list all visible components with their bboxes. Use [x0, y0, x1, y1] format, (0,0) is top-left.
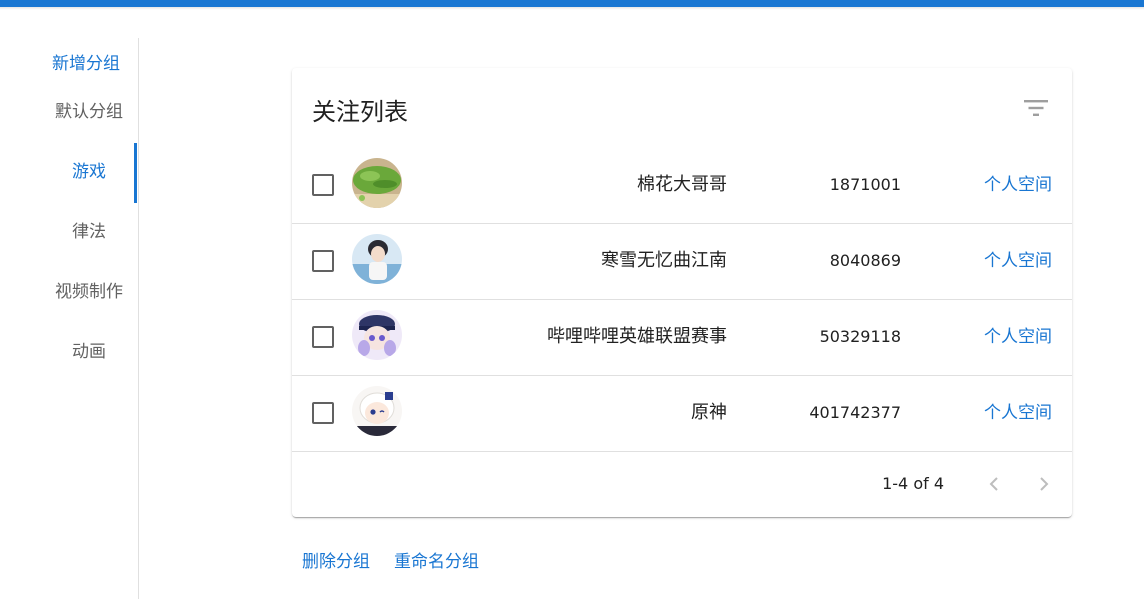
avatar	[352, 310, 402, 360]
user-id: 1871001	[829, 175, 901, 194]
personal-space-link[interactable]: 个人空间	[984, 299, 1052, 375]
table-row: 寒雪无忆曲江南 8040869 个人空间	[292, 223, 1072, 300]
row-checkbox[interactable]	[312, 174, 334, 196]
user-id: 8040869	[829, 251, 901, 270]
row-checkbox[interactable]	[312, 402, 334, 424]
delete-group-button[interactable]: 删除分组	[302, 547, 370, 572]
sidebar-item-animation[interactable]: 动画	[0, 322, 178, 382]
table-row: 棉花大哥哥 1871001 个人空间	[292, 147, 1072, 224]
chevron-right-icon[interactable]	[1032, 472, 1056, 496]
sidebar-item-video-production[interactable]: 视频制作	[0, 262, 178, 322]
top-app-bar	[0, 0, 1144, 7]
sidebar-item-default-group[interactable]: 默认分组	[0, 82, 178, 142]
app-bar-shadow	[0, 7, 1144, 10]
personal-space-link[interactable]: 个人空间	[984, 147, 1052, 223]
user-name: 棉花大哥哥	[637, 174, 727, 195]
group-sidebar: 新增分组 默认分组 游戏 律法 视频制作 动画	[0, 38, 139, 599]
filter-list-icon[interactable]	[1022, 96, 1050, 120]
personal-space-link[interactable]: 个人空间	[984, 223, 1052, 299]
follow-list-card: 关注列表 棉花大哥哥 1871001 个人空间 寒雪无忆曲江南 8040869 …	[292, 68, 1072, 517]
active-tab-indicator	[134, 143, 137, 203]
avatar	[352, 234, 402, 284]
pagination-info: 1-4 of 4	[882, 474, 944, 493]
sidebar-item-law[interactable]: 律法	[0, 202, 178, 262]
personal-space-link[interactable]: 个人空间	[984, 375, 1052, 451]
avatar	[352, 386, 402, 436]
chevron-left-icon[interactable]	[982, 472, 1006, 496]
card-title: 关注列表	[312, 98, 408, 126]
user-id: 401742377	[809, 403, 901, 422]
rename-group-button[interactable]: 重命名分组	[394, 547, 479, 572]
user-name: 寒雪无忆曲江南	[601, 250, 727, 271]
user-name: 哔哩哔哩英雄联盟赛事	[547, 326, 727, 347]
avatar	[352, 158, 402, 208]
sidebar-item-games[interactable]: 游戏	[0, 142, 178, 202]
table-footer: 1-4 of 4	[292, 452, 1072, 517]
table-row: 原神 401742377 个人空间	[292, 375, 1072, 452]
add-group-button[interactable]: 新增分组	[0, 49, 172, 74]
user-name: 原神	[691, 402, 727, 423]
user-id: 50329118	[819, 327, 901, 346]
row-checkbox[interactable]	[312, 326, 334, 348]
table-row: 哔哩哔哩英雄联盟赛事 50329118 个人空间	[292, 299, 1072, 376]
row-checkbox[interactable]	[312, 250, 334, 272]
